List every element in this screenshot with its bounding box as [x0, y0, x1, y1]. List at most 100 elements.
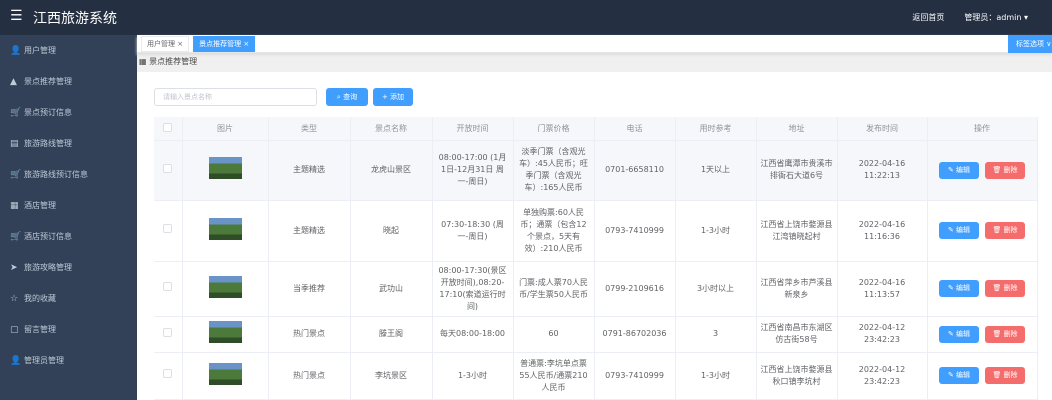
delete-button[interactable]: 🗑 删除 [985, 222, 1025, 239]
row-checkbox[interactable] [154, 261, 183, 317]
column-header: 门票价格 [513, 117, 595, 141]
edit-label: 编辑 [956, 329, 971, 338]
query-button[interactable]: ⌕ 查询 [326, 88, 368, 106]
sidebar-item[interactable]: 🛒 旅游路线预订信息 [0, 159, 137, 190]
sidebar-item[interactable]: 👤 用户管理 [0, 35, 137, 66]
column-header: 类型 [268, 117, 351, 141]
cell-address: 江西省鹰潭市贵溪市排衙石大道6号 [756, 140, 838, 201]
sidebar-item-label: 旅游攻略管理 [24, 263, 72, 272]
cell-actions: ✎ 编辑 🗑 删除 [927, 261, 1038, 317]
table-row: 热门景点 李坑景区 1-3小时 普通票:李坑单点票55人民币/通票210人民币 0793… [154, 352, 1038, 400]
cell-duration: 3 [675, 316, 757, 353]
delete-button[interactable]: 🗑 删除 [985, 280, 1025, 297]
table-row: 热门景点 滕王阁 每天08:00-18:00 60 0791-86702036 3 江西省南… [154, 316, 1038, 353]
sidebar-item-label: 留言管理 [24, 325, 56, 334]
cell-image [182, 316, 269, 353]
sidebar-item-label: 酒店预订信息 [24, 232, 72, 241]
edit-button[interactable]: ✎ 编辑 [939, 367, 979, 384]
add-button[interactable]: + 添加 [373, 88, 413, 106]
edit-button[interactable]: ✎ 编辑 [939, 161, 979, 179]
sidebar-item-icon: 👤 [10, 45, 22, 56]
cell-actions: ✎ 编辑 🗑 删除 [927, 352, 1038, 400]
sidebar-item-label: 用户管理 [24, 46, 56, 55]
user-dropdown[interactable]: 管理员：admin ▾ [964, 12, 1028, 23]
sidebar-item-label: 景点推荐管理 [24, 77, 72, 86]
cell-address: 江西省萍乡市芦溪县新泉乡 [756, 261, 838, 317]
sidebar-item-icon: ▤ [10, 138, 19, 149]
app-title: 江西旅游系统 [33, 11, 117, 27]
cell-hours: 1-3小时 [432, 352, 514, 400]
row-checkbox[interactable] [154, 352, 183, 400]
edit-label: 编辑 [956, 371, 971, 379]
table-row: 当季推荐 武功山 08:00-17:30(景区开放时间),08:20-17:10(索… [154, 261, 1038, 317]
row-checkbox[interactable] [154, 316, 183, 353]
cell-image [182, 261, 269, 317]
row-checkbox[interactable] [154, 200, 183, 262]
sidebar-item-icon: ▢ [10, 324, 19, 335]
edit-button[interactable]: ✎ 编辑 [939, 280, 979, 297]
edit-button[interactable]: ✎ 编辑 [939, 325, 979, 343]
delete-label: 删除 [1003, 165, 1018, 174]
cell-duration: 1天以上 [675, 140, 757, 201]
column-header: 地址 [756, 117, 838, 141]
cell-hours: 每天08:00-18:00 [432, 316, 514, 353]
column-header: 电话 [594, 117, 676, 141]
sidebar-item[interactable]: ▲ 景点推荐管理 [0, 66, 137, 97]
sidebar-item[interactable]: 🛒 景点预订信息 [0, 97, 137, 128]
cell-image [182, 140, 269, 201]
sidebar-item[interactable]: ▢ 留言管理 [0, 314, 137, 345]
sidebar-item[interactable]: ▤ 旅游路线管理 [0, 128, 137, 159]
menu-collapse-icon[interactable]: ☰ [10, 8, 23, 24]
delete-button[interactable]: 🗑 删除 [985, 161, 1025, 179]
sidebar-item-icon: 🛒 [10, 231, 22, 242]
column-header: 开放时间 [432, 117, 514, 141]
cell-image [182, 352, 269, 400]
select-all-checkbox[interactable] [154, 117, 183, 141]
delete-button[interactable]: 🗑 删除 [985, 367, 1025, 384]
cell-price: 门票:成人票70人民币/学生票50人民币 [513, 261, 595, 317]
sidebar-item-label: 我的收藏 [24, 294, 56, 303]
column-header: 景点名称 [350, 117, 433, 141]
tab-user-management[interactable]: 用户管理 × [141, 35, 190, 52]
cell-actions: ✎ 编辑 🗑 删除 [927, 140, 1038, 201]
home-link[interactable]: 返回首页 [912, 12, 944, 23]
attraction-thumbnail [208, 321, 242, 343]
cell-time: 2022-04-12 23:42:23 [837, 352, 928, 400]
cell-image [182, 200, 269, 262]
delete-label: 删除 [1003, 329, 1018, 338]
cell-type: 主题精选 [268, 140, 351, 201]
attraction-thumbnail [208, 275, 242, 298]
cell-phone: 0793-7410999 [594, 200, 676, 262]
attraction-thumbnail [208, 362, 242, 385]
breadcrumb-label: 景点推荐管理 [149, 57, 198, 66]
tab-options-button[interactable]: 标签选项 ∨ [1008, 35, 1052, 53]
cell-name: 李坑景区 [350, 352, 433, 400]
tab-attraction-management[interactable]: 景点推荐管理 × [193, 35, 256, 52]
edit-button[interactable]: ✎ 编辑 [939, 222, 979, 239]
delete-button[interactable]: 🗑 删除 [985, 325, 1025, 343]
query-label: 查询 [343, 93, 358, 101]
sidebar-item-label: 旅游路线管理 [24, 139, 72, 148]
cell-price: 普通票:李坑单点票55人民币/通票210人民币 [513, 352, 595, 400]
sidebar-item[interactable]: ➤ 旅游攻略管理 [0, 252, 137, 283]
sidebar-item[interactable]: ▦ 酒店管理 [0, 190, 137, 221]
search-input[interactable]: 请输入景点名称 [154, 88, 317, 106]
sidebar-item[interactable]: 🛒 酒店预订信息 [0, 221, 137, 252]
row-checkbox[interactable] [154, 140, 183, 201]
cell-phone: 0799-2109616 [594, 261, 676, 317]
delete-label: 删除 [1003, 284, 1018, 292]
cell-duration: 1-3小时 [675, 352, 757, 400]
sidebar-item-icon: ▲ [10, 76, 17, 87]
sidebar-item-icon: 🛒 [10, 169, 22, 180]
cell-type: 热门景点 [268, 352, 351, 400]
cell-hours: 08:00-17:30(景区开放时间),08:20-17:10(索道运行时间) [432, 261, 514, 317]
attractions-table: 图片 类型 景点名称 开放时间 门票价格 电话 用时参考 地址 发布时间 操作 主题精选 龙虎山景区… [154, 117, 1038, 400]
sidebar-item[interactable]: ☆ 我的收藏 [0, 283, 137, 314]
cell-phone: 0791-86702036 [594, 316, 676, 353]
cell-address: 江西省上饶市婺源县秋口镇李坑村 [756, 352, 838, 400]
cell-name: 晓起 [350, 200, 433, 262]
sidebar-item-icon: ➤ [10, 262, 18, 273]
sidebar-item[interactable]: 👤 管理员管理 [0, 345, 137, 376]
cell-name: 滕王阁 [350, 316, 433, 353]
column-header: 用时参考 [675, 117, 757, 141]
